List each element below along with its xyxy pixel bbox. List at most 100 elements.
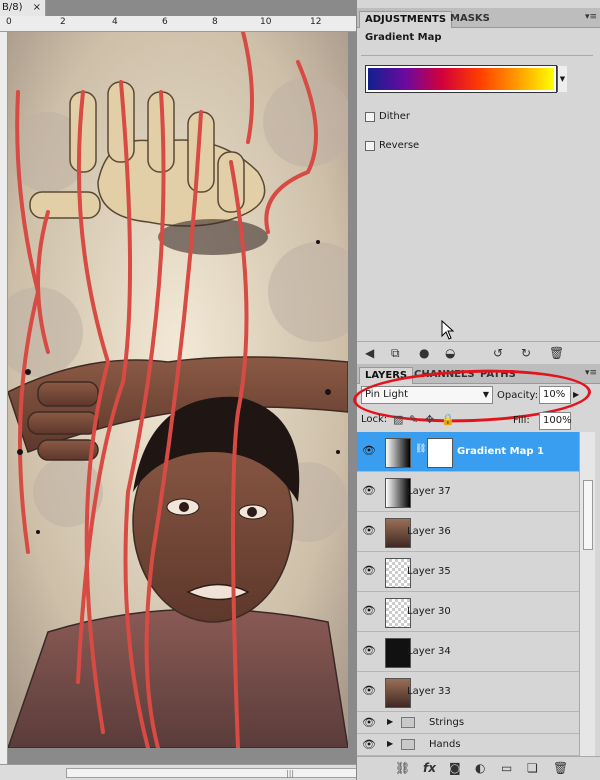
- tab-layers[interactable]: LAYERS: [359, 367, 414, 384]
- eye-icon[interactable]: 👁: [361, 604, 377, 618]
- document-window: B/8) × 0 2 4 6 8 10 12 |||: [0, 0, 506, 780]
- layer-name: Layer 30: [407, 606, 451, 617]
- fx-icon[interactable]: fx: [423, 761, 436, 775]
- mask-thumbnail[interactable]: [427, 438, 453, 468]
- divider: [361, 55, 593, 56]
- lock-transparency-icon[interactable]: ▨: [393, 413, 403, 426]
- eye-icon[interactable]: 👁: [361, 484, 377, 498]
- mouse-cursor-icon: [441, 320, 455, 340]
- link-icon: ⛓: [415, 444, 427, 454]
- layer-row[interactable]: 👁 Layer 33: [357, 672, 579, 712]
- panel-menu-icon[interactable]: ▾≡: [585, 12, 597, 22]
- tab-channels[interactable]: CHANNELS: [409, 367, 480, 384]
- gradient-picker[interactable]: ▼: [365, 65, 567, 93]
- eye-icon[interactable]: 👁: [361, 738, 377, 752]
- layer-list: 👁 ⛓ Gradient Map 1 👁 Layer 37 👁 Layer 36…: [357, 432, 579, 756]
- expand-triangle-icon[interactable]: ▶: [387, 739, 393, 748]
- reset-icon[interactable]: ↺: [493, 346, 503, 360]
- layer-thumbnail: [385, 438, 411, 468]
- layer-name: Gradient Map 1: [457, 446, 544, 457]
- artwork-canvas[interactable]: [8, 32, 348, 748]
- artwork-illustration: [8, 32, 348, 748]
- reverse-label: Reverse: [379, 140, 420, 151]
- eye-icon[interactable]: 👁: [361, 564, 377, 578]
- panels-dock: ADJUSTMENTS MASKS ▾≡ Gradient Map ▼ Dith…: [352, 0, 600, 780]
- tab-paths[interactable]: PATHS: [475, 367, 521, 384]
- link-layers-icon[interactable]: ⛓: [395, 761, 410, 775]
- adjustments-footer: ◀ ⧉ ● ◒ ↺ ↻ 🗑: [357, 341, 600, 363]
- new-layer-icon[interactable]: ❏: [527, 761, 538, 775]
- lock-position-icon[interactable]: ✥: [425, 413, 434, 426]
- gradient-dropdown-icon[interactable]: ▼: [557, 66, 567, 92]
- clip-layer-icon[interactable]: ⧉: [391, 346, 400, 361]
- lock-label: Lock:: [361, 414, 388, 425]
- opacity-slider-arrow-icon[interactable]: ▶: [573, 387, 583, 403]
- tab-masks[interactable]: MASKS: [445, 11, 495, 28]
- fill-label: Fill:: [513, 415, 530, 426]
- layer-name: Layer 36: [407, 526, 451, 537]
- ruler-number: 12: [310, 17, 322, 27]
- ruler-number: 6: [162, 17, 168, 27]
- eye-icon[interactable]: 👁: [361, 444, 377, 458]
- scrollbar-thumb[interactable]: [583, 480, 593, 550]
- add-mask-icon[interactable]: ◙: [449, 761, 461, 775]
- folder-icon: [401, 739, 415, 750]
- new-group-icon[interactable]: ▭: [501, 761, 512, 775]
- opacity-input[interactable]: 10%: [539, 386, 571, 404]
- back-arrow-icon[interactable]: ◀: [365, 346, 374, 360]
- layer-name: Layer 34: [407, 646, 451, 657]
- trash-icon[interactable]: 🗑: [549, 346, 564, 360]
- close-icon[interactable]: ×: [33, 0, 41, 16]
- ruler-number: 8: [212, 17, 218, 27]
- reverse-checkbox[interactable]: [365, 141, 375, 151]
- expand-triangle-icon[interactable]: ▶: [387, 717, 393, 726]
- layer-row[interactable]: 👁 Layer 34: [357, 632, 579, 672]
- blend-options-row: Pin Light ▼ Opacity: 10% ▶: [352, 365, 600, 427]
- dither-checkbox[interactable]: [365, 112, 375, 122]
- document-tab[interactable]: B/8) ×: [0, 0, 46, 16]
- layers-tabbar: LAYERS CHANNELS PATHS ▾≡: [357, 364, 600, 384]
- layer-row[interactable]: 👁 ⛓ Gradient Map 1: [357, 432, 579, 472]
- eye-icon[interactable]: 👁: [361, 684, 377, 698]
- ruler-number: 10: [260, 17, 272, 27]
- adjustments-tabbar: ADJUSTMENTS MASKS ▾≡: [357, 8, 600, 28]
- adjustment-layer-icon[interactable]: ◐: [475, 761, 485, 775]
- folder-icon: [401, 717, 415, 728]
- blend-mode-select[interactable]: Pin Light ▼: [361, 386, 493, 404]
- eye-icon[interactable]: 👁: [361, 524, 377, 538]
- top-ruler: 0 2 4 6 8 10 12: [0, 16, 356, 32]
- ruler-number: 0: [6, 17, 12, 27]
- group-name: Strings: [429, 717, 465, 728]
- tab-adjustments[interactable]: ADJUSTMENTS: [359, 11, 453, 28]
- eye-icon[interactable]: 👁: [361, 644, 377, 658]
- layer-group-row[interactable]: 👁 ▶ Strings: [357, 712, 579, 734]
- lock-all-icon[interactable]: 🔒: [441, 413, 455, 426]
- refresh-icon[interactable]: ↻: [521, 346, 531, 360]
- layer-name: Layer 35: [407, 566, 451, 577]
- horizontal-scrollbar[interactable]: |||: [0, 764, 506, 780]
- lock-pixels-icon[interactable]: ✎: [409, 413, 418, 426]
- lock-row: Lock: ▨ ✎ ✥ 🔒 Fill: 100%: [357, 410, 600, 432]
- layer-group-row[interactable]: 👁 ▶ Hands: [357, 734, 579, 756]
- layers-scrollbar[interactable]: [579, 432, 595, 756]
- ruler-number: 2: [60, 17, 66, 27]
- dither-label: Dither: [379, 111, 411, 122]
- fill-input[interactable]: 100%: [539, 412, 572, 430]
- gradient-preview[interactable]: [368, 68, 554, 90]
- view-previous-icon[interactable]: ◒: [445, 346, 455, 360]
- chevron-down-icon: ▼: [482, 390, 489, 399]
- layer-row[interactable]: 👁 Layer 36: [357, 512, 579, 552]
- delete-layer-icon[interactable]: 🗑: [553, 761, 568, 775]
- layer-name: Layer 33: [407, 686, 451, 697]
- layer-row[interactable]: 👁 Layer 30: [357, 592, 579, 632]
- group-name: Hands: [429, 739, 461, 750]
- blend-mode-value: Pin Light: [365, 389, 409, 400]
- layer-row[interactable]: 👁 Layer 37: [357, 472, 579, 512]
- visibility-icon[interactable]: ●: [419, 346, 429, 360]
- layer-row[interactable]: 👁 Layer 35: [357, 552, 579, 592]
- grip-icon: |||: [286, 769, 295, 778]
- document-tab-label: B/8): [2, 2, 23, 13]
- adjustment-title: Gradient Map: [365, 32, 442, 43]
- eye-icon[interactable]: 👁: [361, 716, 377, 730]
- panel-menu-icon[interactable]: ▾≡: [585, 368, 597, 378]
